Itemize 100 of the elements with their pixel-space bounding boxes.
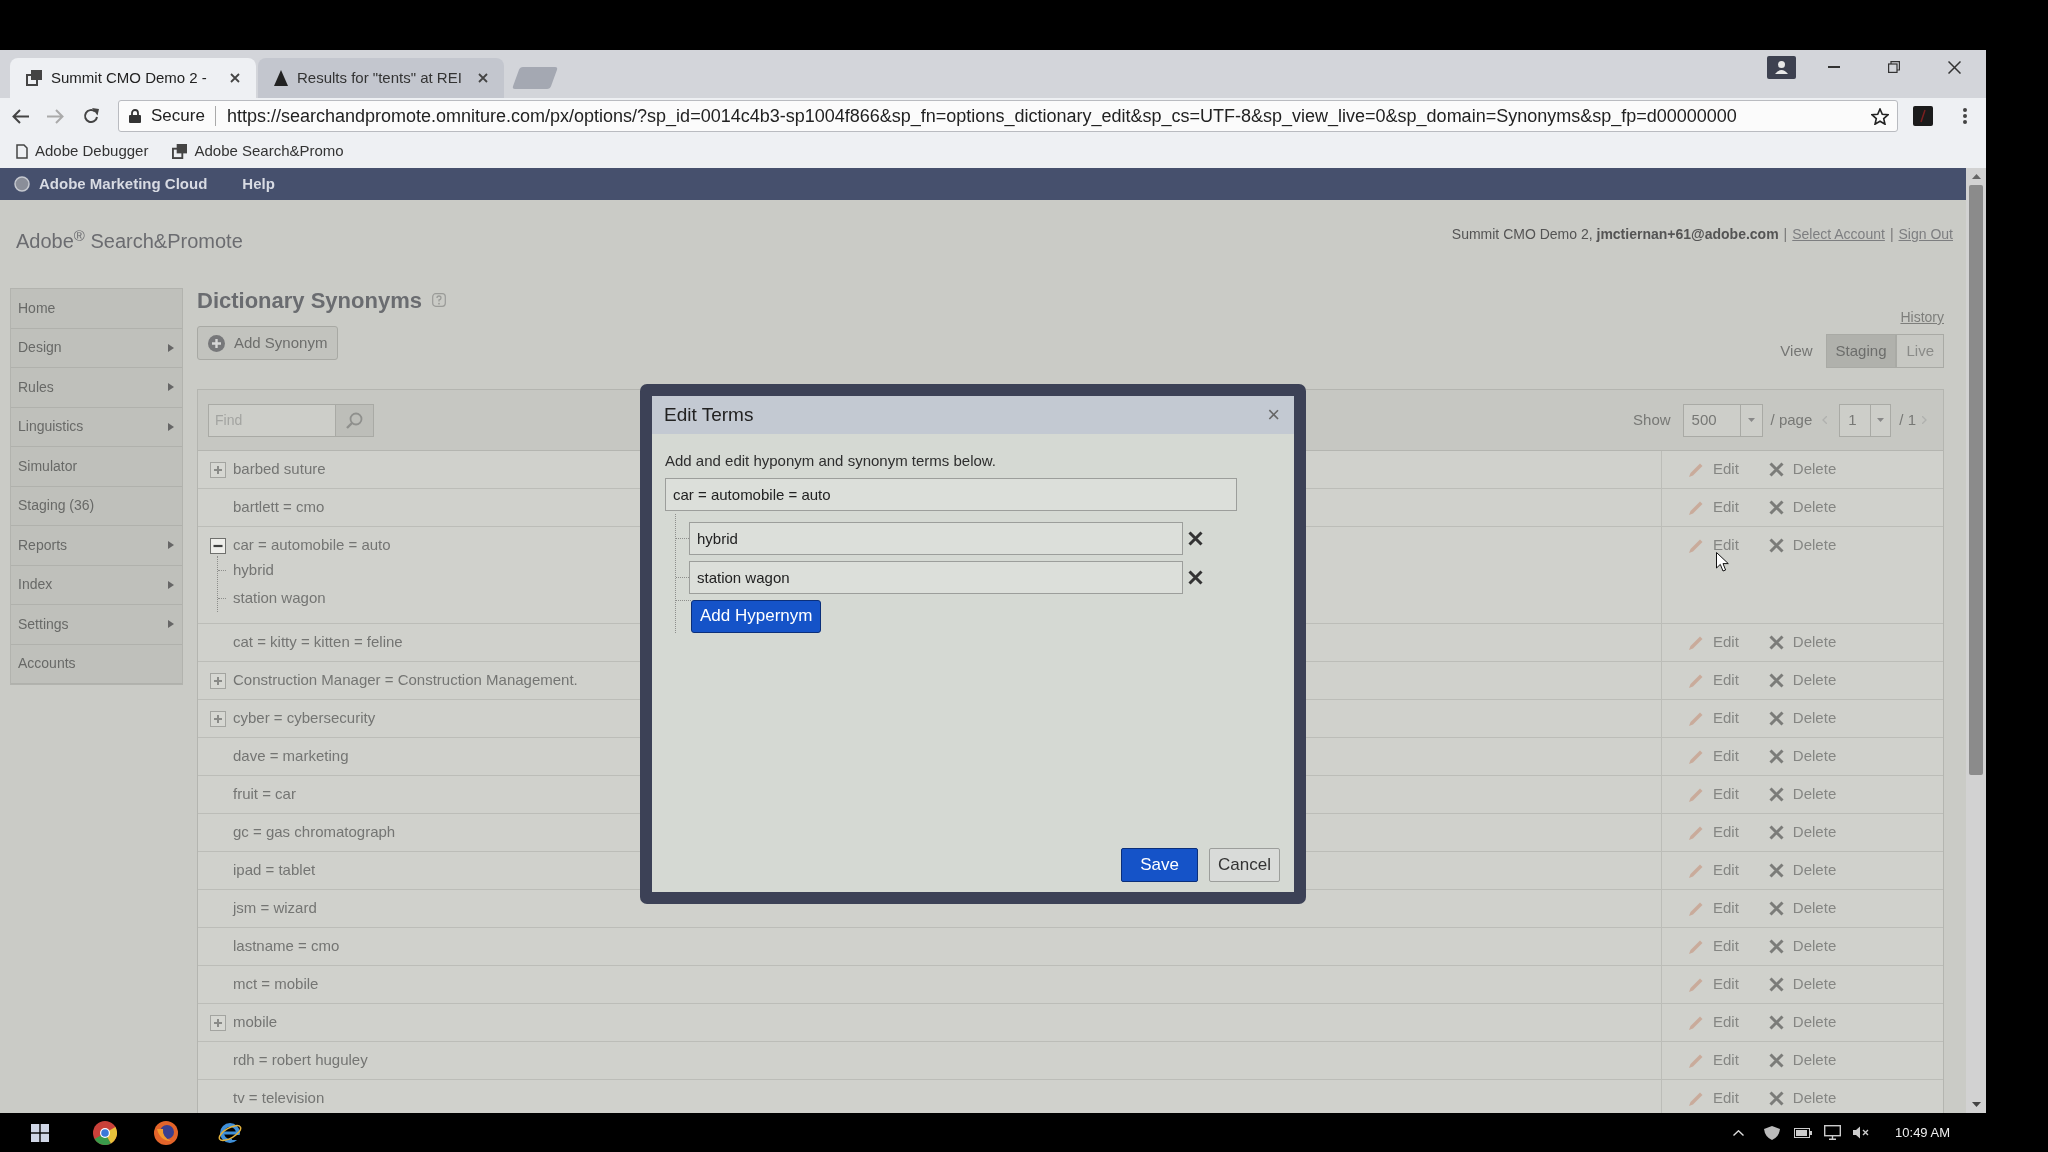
add-hypernym-button[interactable]: Add Hypernym	[691, 599, 822, 633]
sidebar-item[interactable]: Reports	[11, 526, 182, 566]
edit-link[interactable]: Edit	[1688, 631, 1739, 654]
bookmark-link[interactable]: Adobe Debugger	[16, 139, 149, 163]
view-toggle-option[interactable]: Live	[1896, 334, 1944, 368]
hyponym-field[interactable]: station wagon	[689, 560, 1183, 594]
delete-link[interactable]: Delete	[1768, 859, 1837, 882]
edit-link[interactable]: Edit	[1688, 973, 1739, 996]
edit-link[interactable]: Edit	[1688, 783, 1739, 806]
close-button[interactable]: ×	[1267, 404, 1280, 426]
scrollbar[interactable]	[1966, 168, 1986, 1113]
scrollbar-thumb[interactable]	[1969, 185, 1983, 775]
edit-link[interactable]: Edit	[1688, 1049, 1739, 1072]
remove-icon[interactable]	[1188, 530, 1203, 546]
synonym-term: Construction Manager = Construction Management.	[233, 670, 578, 691]
delete-link[interactable]: Delete	[1768, 1087, 1837, 1110]
delete-link[interactable]: Delete	[1768, 897, 1837, 920]
sidebar-item[interactable]: Rules	[11, 368, 182, 408]
browser-tab[interactable]: Results for "tents" at REI	[258, 58, 504, 98]
edit-link[interactable]: Edit	[1688, 458, 1739, 481]
nav-menu-item[interactable]: Help	[242, 172, 275, 196]
delete-link[interactable]: Delete	[1768, 534, 1837, 557]
plus-circle-icon	[208, 334, 225, 352]
delete-link[interactable]: Delete	[1768, 821, 1837, 844]
close-icon[interactable]	[478, 73, 488, 83]
restore-icon[interactable]	[1888, 61, 1900, 73]
sidebar-item[interactable]: Linguistics	[11, 407, 182, 447]
account-link[interactable]: Select Account	[1792, 224, 1885, 245]
term-field[interactable]: car = automobile = auto	[665, 477, 1237, 511]
sidebar-item[interactable]: Settings	[11, 605, 182, 645]
edit-link[interactable]: Edit	[1688, 935, 1739, 958]
edit-link[interactable]: Edit	[1688, 897, 1739, 920]
page-size-select[interactable]: 500	[1682, 403, 1763, 437]
profile-icon[interactable]	[1767, 55, 1796, 79]
collapse-icon[interactable]	[210, 537, 226, 554]
x-icon	[1768, 1015, 1784, 1030]
browser-tab[interactable]: Summit CMO Demo 2 -	[10, 58, 256, 98]
browser-e-icon[interactable]	[218, 1120, 242, 1145]
network-icon[interactable]	[1824, 1125, 1842, 1140]
save-button[interactable]: Save	[1121, 848, 1198, 882]
history-link[interactable]: History	[1900, 307, 1944, 328]
menu-icon[interactable]	[1963, 108, 1967, 124]
edit-link[interactable]: Edit	[1688, 534, 1739, 557]
account-link[interactable]: Sign Out	[1898, 224, 1953, 245]
delete-link[interactable]: Delete	[1768, 458, 1837, 481]
sidebar-item[interactable]: Index	[11, 565, 182, 605]
edit-link[interactable]: Edit	[1688, 859, 1739, 882]
reload-icon[interactable]	[83, 108, 99, 124]
edit-link[interactable]: Edit	[1688, 821, 1739, 844]
delete-link[interactable]: Delete	[1768, 973, 1837, 996]
close-icon[interactable]	[230, 73, 240, 83]
delete-link[interactable]: Delete	[1768, 669, 1837, 692]
back-arrow-icon[interactable]	[12, 108, 29, 124]
edit-link[interactable]: Edit	[1688, 1011, 1739, 1034]
caret-right-icon	[168, 580, 174, 589]
address-bar[interactable]: Secure https://searchandpromote.omniture.com/px/options/?sp_id=0014c4b3-sp1004f866&sp_fn=options_dictionary_edit&sp_cs=UTF-8&sp_view_live=0&sp_domain=Synonyms&sp_fp=d00000000	[118, 100, 1898, 132]
edit-link[interactable]: Edit	[1688, 707, 1739, 730]
delete-link[interactable]: Delete	[1768, 745, 1837, 768]
sidebar-item[interactable]: Simulator	[11, 447, 182, 487]
windows-logo-icon[interactable]	[31, 1123, 49, 1142]
bookmark-star-icon[interactable]	[1871, 107, 1889, 125]
sidebar-item[interactable]: Staging (36)	[11, 486, 182, 526]
edit-link[interactable]: Edit	[1688, 1087, 1739, 1110]
edit-link[interactable]: Edit	[1688, 669, 1739, 692]
delete-link[interactable]: Delete	[1768, 496, 1837, 519]
clock-time[interactable]: 10:49 AM	[1895, 1122, 1950, 1143]
page-select[interactable]: 1	[1839, 403, 1892, 437]
separator-text: |	[1889, 225, 1894, 244]
scroll-down-icon[interactable]	[1971, 1102, 1981, 1107]
shield-icon[interactable]	[1764, 1125, 1781, 1140]
synonym-term: rdh = robert huguley	[233, 1050, 368, 1071]
search-icon	[346, 411, 363, 429]
brand-link[interactable]: Adobe Marketing Cloud	[39, 172, 208, 196]
sidebar-item[interactable]: Design	[11, 328, 182, 368]
view-toggle-option[interactable]: Staging	[1825, 334, 1897, 368]
close-icon[interactable]	[1948, 60, 1961, 74]
chrome-icon[interactable]	[93, 1120, 117, 1145]
scroll-up-icon[interactable]	[1971, 174, 1981, 179]
delete-link[interactable]: Delete	[1768, 631, 1837, 654]
sidebar-item[interactable]: Accounts	[11, 644, 182, 684]
delete-link[interactable]: Delete	[1768, 1049, 1837, 1072]
delete-link[interactable]: Delete	[1768, 1011, 1837, 1034]
product-logo: Adobe$^{®}$ Search&Promote	[15, 226, 243, 254]
edit-link[interactable]: Edit	[1688, 745, 1739, 768]
page-total-label: / 1	[1899, 409, 1916, 430]
sidebar-item[interactable]: Home	[11, 289, 182, 329]
delete-link[interactable]: Delete	[1768, 935, 1837, 958]
edit-link[interactable]: Edit	[1688, 496, 1739, 519]
cancel-button[interactable]: Cancel	[1209, 848, 1280, 882]
caret-up-icon[interactable]	[1733, 1129, 1745, 1136]
delete-link[interactable]: Delete	[1768, 783, 1837, 806]
add-synonym-button[interactable]: Add Synonym	[197, 326, 339, 360]
bookmark-link[interactable]: Adobe Search&Promo	[172, 139, 344, 163]
hyponym-field[interactable]: hybrid	[689, 521, 1183, 555]
x-icon	[1768, 1091, 1784, 1106]
dialog-title: Edit Terms	[664, 402, 754, 427]
battery-icon[interactable]	[1794, 1127, 1813, 1138]
delete-link[interactable]: Delete	[1768, 707, 1837, 730]
firefox-icon[interactable]	[154, 1120, 178, 1145]
remove-icon[interactable]	[1188, 569, 1203, 585]
